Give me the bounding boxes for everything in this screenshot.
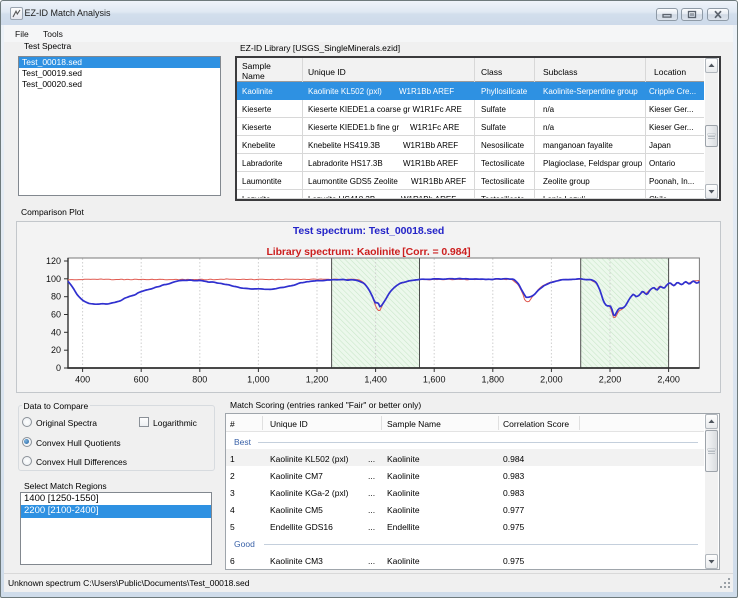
svg-text:20: 20: [51, 345, 61, 355]
svg-text:60: 60: [51, 310, 61, 320]
svg-text:1,000: 1,000: [247, 375, 270, 385]
svg-text:1,400: 1,400: [364, 375, 387, 385]
svg-text:2,200: 2,200: [599, 375, 622, 385]
svg-text:1,200: 1,200: [306, 375, 329, 385]
svg-text:800: 800: [192, 375, 207, 385]
svg-text:0: 0: [56, 363, 61, 373]
svg-text:100: 100: [46, 274, 61, 284]
svg-text:1,600: 1,600: [423, 375, 446, 385]
svg-text:400: 400: [75, 375, 90, 385]
svg-text:120: 120: [46, 256, 61, 266]
svg-text:2,000: 2,000: [540, 375, 563, 385]
svg-text:40: 40: [51, 327, 61, 337]
svg-text:1,800: 1,800: [482, 375, 505, 385]
svg-text:600: 600: [134, 375, 149, 385]
svg-text:80: 80: [51, 292, 61, 302]
svg-text:2,400: 2,400: [657, 375, 680, 385]
